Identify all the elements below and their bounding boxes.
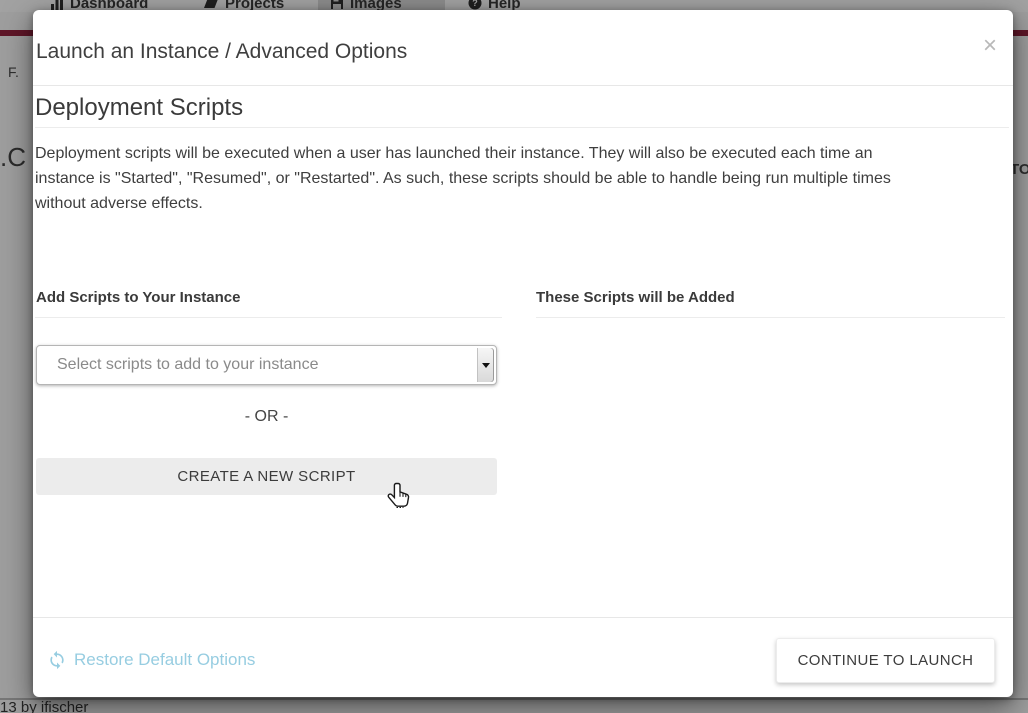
- help-icon: ?: [468, 0, 482, 10]
- background-table-rule: [0, 698, 1028, 700]
- dashboard-icon: [50, 0, 64, 10]
- background-text-fragment: F.: [8, 64, 19, 80]
- section-heading: Deployment Scripts: [35, 94, 243, 122]
- footer-divider: [33, 617, 1013, 618]
- restore-default-options-label: Restore Default Options: [74, 650, 255, 670]
- right-column-divider: [536, 317, 1005, 318]
- images-icon: [330, 0, 344, 10]
- svg-text:?: ?: [472, 0, 478, 8]
- caret-down-icon: [482, 363, 490, 368]
- background-text-fragment: .C: [0, 142, 26, 173]
- projects-icon: [203, 0, 219, 10]
- right-column-heading: These Scripts will be Added: [536, 289, 735, 306]
- header-divider: [33, 85, 1013, 86]
- sync-refresh-icon: [47, 650, 67, 670]
- advanced-options-modal: Launch an Instance / Advanced Options × …: [33, 10, 1013, 697]
- section-description: Deployment scripts will be executed when…: [35, 141, 935, 216]
- modal-title: Launch an Instance / Advanced Options: [36, 40, 407, 64]
- select-scripts-dropdown[interactable]: Select scripts to add to your instance: [36, 345, 497, 385]
- close-icon[interactable]: ×: [983, 34, 997, 58]
- restore-default-options-button[interactable]: Restore Default Options: [47, 650, 255, 670]
- dropdown-arrow-button[interactable]: [477, 348, 494, 382]
- hand-pointer-cursor: [387, 482, 413, 517]
- left-column-heading: Add Scripts to Your Instance: [36, 289, 240, 306]
- continue-to-launch-button[interactable]: CONTINUE TO LAUNCH: [776, 638, 995, 683]
- background-text-fragment: 13 by ifischer: [0, 699, 88, 713]
- create-new-script-button[interactable]: CREATE A NEW SCRIPT: [36, 458, 497, 495]
- section-divider: [35, 127, 1009, 128]
- or-separator: - OR -: [36, 408, 497, 426]
- screen: Dashboard Projects Images ?: [0, 0, 1028, 713]
- left-column-divider: [35, 317, 502, 318]
- select-scripts-placeholder: Select scripts to add to your instance: [57, 346, 318, 384]
